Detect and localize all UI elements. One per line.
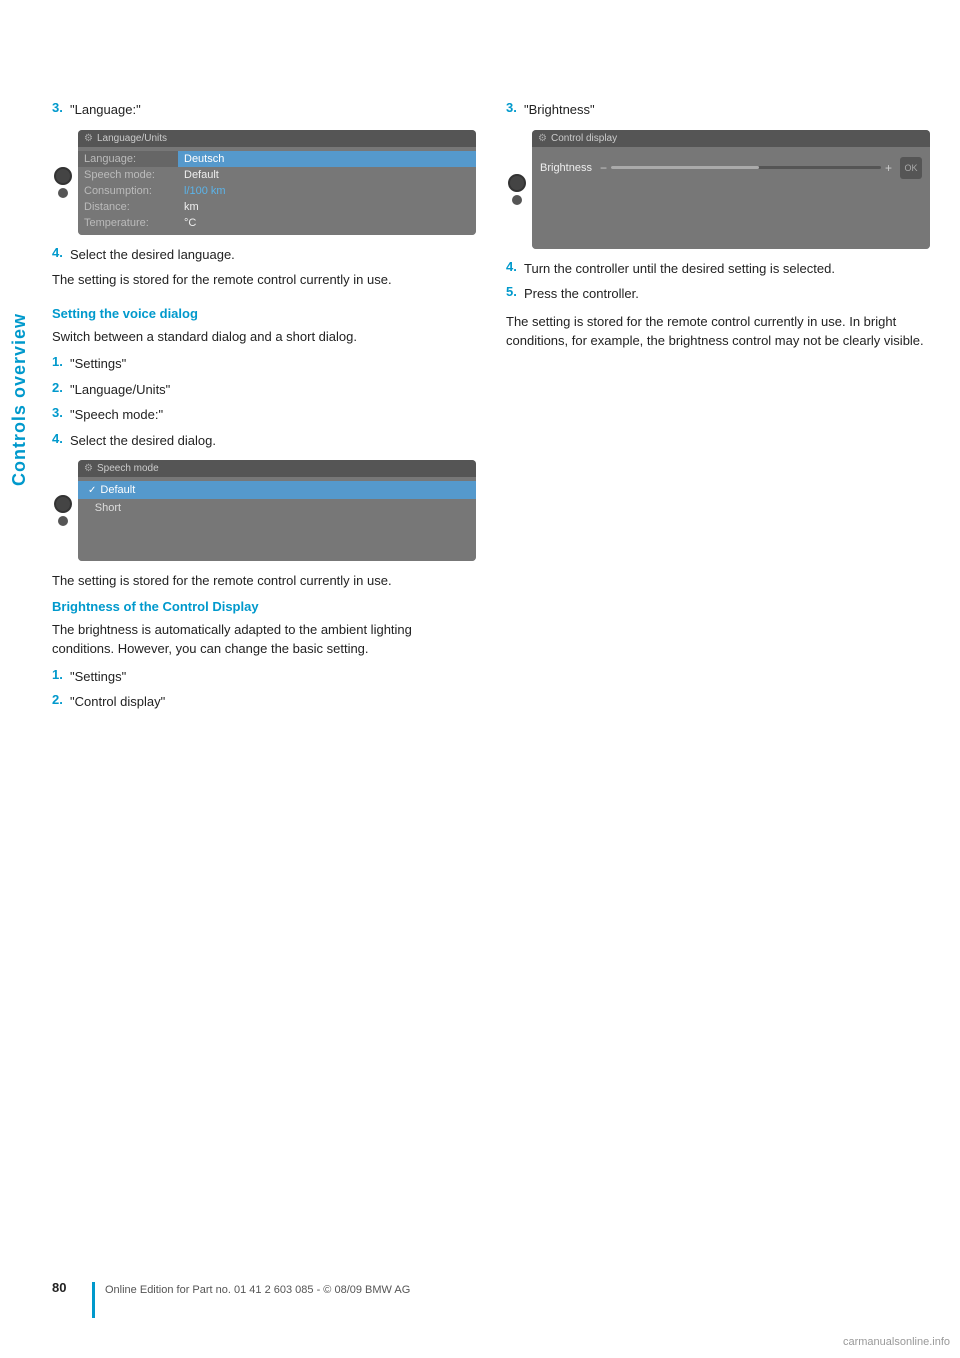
voice-step-4: 4. Select the desired dialog. (52, 431, 476, 451)
two-column-layout: 3. "Language:" ⚙ Language/Units (52, 100, 930, 718)
brightness-screen-inner: ⚙ Control display Brightness − + (532, 130, 930, 249)
voice-step-2: 2. "Language/Units" (52, 380, 476, 400)
speech-option-default: ✓ Default (78, 481, 476, 499)
step-4-language: 4. Select the desired language. (52, 245, 476, 265)
brightness-screen-body: Brightness − + OK (532, 147, 930, 249)
step-4-brightness: 4. Turn the controller until the desired… (506, 259, 930, 279)
table-row: Language: Deutsch (78, 151, 476, 167)
speech-screen-inner: ⚙ Speech mode ✓ Default Short (78, 460, 476, 561)
step-5-brightness: 5. Press the controller. (506, 284, 930, 304)
speech-screen-mockup: ⚙ Speech mode ✓ Default Short (52, 460, 476, 561)
knob-top-3 (508, 174, 526, 192)
knob-top-2 (54, 495, 72, 513)
table-row: Distance: km (78, 199, 476, 215)
voice-step-1: 1. "Settings" (52, 354, 476, 374)
speech-mode-body: ✓ Default Short (78, 477, 476, 561)
brightness-row: Brightness − + OK (540, 157, 922, 179)
footer-bar (92, 1282, 95, 1318)
right-column: 3. "Brightness" ⚙ Control display Bri (506, 100, 930, 718)
lang-table: Language: Deutsch Speech mode: Default C… (78, 151, 476, 231)
brightness-track (611, 166, 881, 169)
table-row: Speech mode: Default (78, 167, 476, 183)
lang-screen-body: Language: Deutsch Speech mode: Default C… (78, 147, 476, 235)
brightness-title-bar: ⚙ Control display (532, 130, 930, 147)
language-screen-mockup: ⚙ Language/Units Language: Deutsch Speec… (52, 130, 476, 235)
table-row: Consumption: l/100 km (78, 183, 476, 199)
footer: 80 Online Edition for Part no. 01 41 2 6… (52, 1280, 930, 1318)
speech-empty-area (78, 517, 476, 557)
ok-button-icon: OK (900, 157, 922, 179)
bright-step-2: 2. "Control display" (52, 692, 476, 712)
brightness-empty (540, 179, 922, 239)
speech-option-short: Short (78, 499, 476, 517)
watermark: carmanualsonline.info (843, 1336, 950, 1348)
step-3-brightness: 3. "Brightness" (506, 100, 930, 120)
main-content: 3. "Language:" ⚙ Language/Units (52, 0, 930, 798)
language-screen-inner: ⚙ Language/Units Language: Deutsch Speec… (78, 130, 476, 235)
knob-bottom (58, 188, 68, 198)
settings-gear-icon-3: ⚙ (538, 133, 547, 144)
brightness-screen-mockup: ⚙ Control display Brightness − + (506, 130, 930, 249)
lang-title-bar: ⚙ Language/Units (78, 130, 476, 147)
settings-gear-icon: ⚙ (84, 133, 93, 144)
brightness-control: − + (600, 161, 892, 175)
sidebar-label: Controls overview (0, 150, 38, 650)
step-3-language: 3. "Language:" (52, 100, 476, 120)
brightness-fill (611, 166, 759, 169)
knob-bottom-2 (58, 516, 68, 526)
bright-step-1: 1. "Settings" (52, 667, 476, 687)
left-column: 3. "Language:" ⚙ Language/Units (52, 100, 476, 718)
brightness-heading: Brightness of the Control Display (52, 599, 476, 614)
voice-step-3: 3. "Speech mode:" (52, 405, 476, 425)
table-row: Temperature: °C (78, 215, 476, 231)
voice-dialog-heading: Setting the voice dialog (52, 306, 476, 321)
knob-bottom-3 (512, 195, 522, 205)
speech-title-bar: ⚙ Speech mode (78, 460, 476, 477)
settings-gear-icon-2: ⚙ (84, 463, 93, 474)
knob-top (54, 167, 72, 185)
